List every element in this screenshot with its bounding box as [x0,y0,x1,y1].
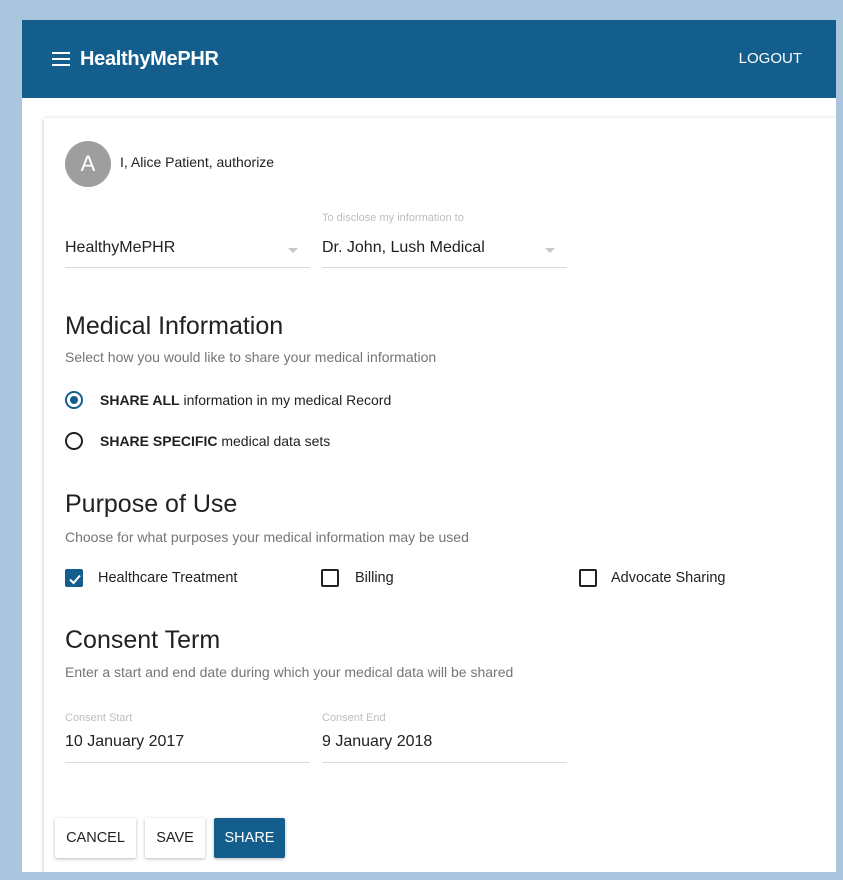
advocate-sharing-label[interactable]: Advocate Sharing [611,570,725,586]
consent-start-field[interactable]: Consent Start 10 January 2017 [65,712,310,763]
dropdown-arrow-icon [545,248,555,253]
provider-select[interactable]: HealthyMePHR [65,217,310,268]
avatar: A [65,141,111,187]
purpose-heading: Purpose of Use [65,490,238,518]
menu-icon[interactable] [52,52,70,66]
consent-end-field[interactable]: Consent End 9 January 2018 [322,712,567,763]
consent-form-card: A I, Alice Patient, authorize HealthyMeP… [44,118,836,872]
logout-button[interactable]: LOGOUT [739,50,802,67]
share-specific-label[interactable]: SHARE SPECIFIC medical data sets [100,433,330,449]
consent-end-value: 9 January 2018 [322,733,433,750]
app-title: HealthyMePHR [80,48,219,70]
healthcare-treatment-label[interactable]: Healthcare Treatment [98,570,237,586]
consent-start-value: 10 January 2017 [65,733,185,750]
billing-label[interactable]: Billing [355,570,394,586]
healthcare-treatment-checkbox[interactable] [65,569,83,587]
purpose-subtitle: Choose for what purposes your medical in… [65,529,469,545]
consent-term-heading: Consent Term [65,626,221,654]
consent-start-label: Consent Start [65,712,133,724]
app-window: HealthyMePHR LOGOUT A I, Alice Patient, … [22,20,836,872]
share-button[interactable]: SHARE [214,818,285,858]
checkmark-icon [69,574,81,585]
recipient-select-value: Dr. John, Lush Medical [322,239,485,256]
provider-select-value: HealthyMePHR [65,239,176,256]
share-all-radio[interactable] [65,391,83,409]
cancel-button[interactable]: CANCEL [55,818,136,858]
advocate-sharing-checkbox[interactable] [579,569,597,587]
recipient-select[interactable]: Dr. John, Lush Medical [322,217,567,268]
consent-end-label: Consent End [322,712,386,724]
medical-info-subtitle: Select how you would like to share your … [65,349,437,365]
share-all-label[interactable]: SHARE ALL information in my medical Reco… [100,392,391,408]
medical-info-heading: Medical Information [65,312,284,340]
dropdown-arrow-icon [288,248,298,253]
save-button[interactable]: SAVE [145,818,205,858]
billing-checkbox[interactable] [321,569,339,587]
authorize-text: I, Alice Patient, authorize [120,154,275,170]
consent-term-subtitle: Enter a start and end date during which … [65,664,514,680]
app-bar: HealthyMePHR LOGOUT [22,20,836,98]
share-specific-radio[interactable] [65,432,83,450]
